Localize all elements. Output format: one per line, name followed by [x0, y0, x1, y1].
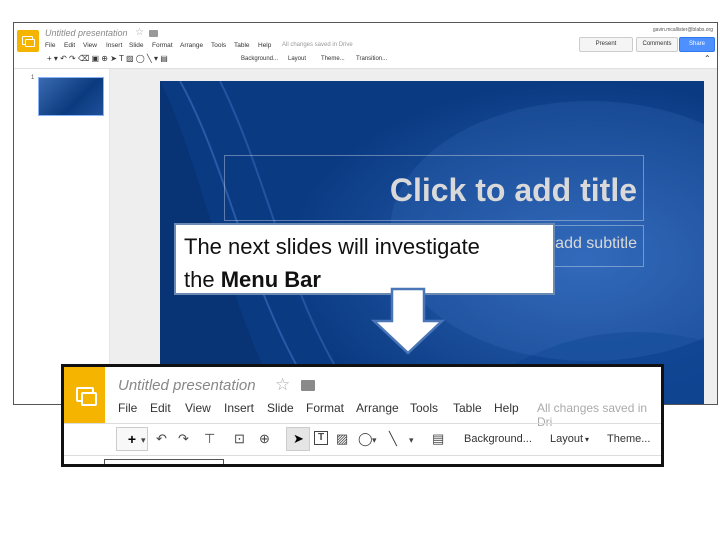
- save-status: All changes saved in Dri: [537, 401, 648, 429]
- callout-box: The next slides will investigate the Men…: [174, 223, 555, 295]
- slide-number: 1: [31, 75, 35, 81]
- theme-button[interactable]: Theme...: [607, 433, 650, 445]
- menu-format[interactable]: Format: [306, 401, 344, 415]
- pointer-icon: ➤: [293, 431, 304, 446]
- select-fit-icon[interactable]: ⊡: [234, 431, 245, 447]
- background-button[interactable]: Background...: [241, 56, 278, 62]
- menu-bar-zoom: Untitled presentation ☆ File Edit View I…: [61, 364, 664, 467]
- menu-arrange[interactable]: Arrange: [180, 42, 203, 49]
- present-button[interactable]: Present: [579, 37, 633, 52]
- down-arrow-icon: [370, 287, 446, 355]
- menu-arrange[interactable]: Arrange: [356, 401, 399, 415]
- title-placeholder[interactable]: Click to add title: [224, 155, 644, 221]
- menu-view[interactable]: View: [83, 42, 97, 49]
- menu-edit[interactable]: Edit: [64, 42, 75, 49]
- layout-button[interactable]: Layout: [288, 56, 306, 62]
- comment-icon[interactable]: ▤: [432, 431, 444, 447]
- redo-icon[interactable]: ↷: [178, 431, 189, 447]
- theme-button[interactable]: Theme...: [321, 56, 345, 62]
- slides-logo-icon[interactable]: [64, 367, 105, 423]
- menu-edit[interactable]: Edit: [150, 401, 171, 415]
- toolbar-divider: [64, 423, 661, 424]
- save-status: All changes saved in Drive: [282, 42, 353, 48]
- menu-view[interactable]: View: [185, 401, 211, 415]
- share-button[interactable]: Share: [679, 37, 715, 52]
- filmstrip: [14, 69, 110, 404]
- line-dropdown-icon[interactable]: ▾: [409, 435, 414, 446]
- line-icon[interactable]: ╲: [389, 431, 397, 447]
- menu-slide[interactable]: Slide: [267, 401, 294, 415]
- present-label: Present: [595, 41, 617, 47]
- transition-button[interactable]: Transition...: [356, 56, 387, 62]
- menu-tools[interactable]: Tools: [211, 42, 226, 49]
- callout-line-1: The next slides will investigate: [184, 234, 480, 259]
- slide-thumbnail-edge: [104, 459, 224, 464]
- document-title[interactable]: Untitled presentation: [118, 377, 256, 394]
- menu-file[interactable]: File: [118, 401, 137, 415]
- background-button[interactable]: Background...: [464, 433, 532, 445]
- menu-table[interactable]: Table: [234, 42, 250, 49]
- zoom-icon[interactable]: ⊕: [259, 431, 270, 447]
- layout-dropdown-icon[interactable]: ▾: [585, 435, 589, 444]
- slide-thumbnail[interactable]: [38, 77, 104, 116]
- select-tool-button[interactable]: ➤: [286, 427, 310, 451]
- plus-icon: +: [127, 431, 137, 447]
- menu-format[interactable]: Format: [152, 42, 173, 49]
- layout-button[interactable]: Layout: [550, 433, 583, 445]
- callout-emphasis: Menu Bar: [220, 267, 321, 292]
- menu-help[interactable]: Help: [258, 42, 271, 49]
- user-email[interactable]: gavin.mcallister@blabs.org: [653, 27, 713, 33]
- title-placeholder-text: Click to add title: [389, 172, 637, 208]
- new-slide-dropdown-icon[interactable]: ▾: [141, 435, 146, 446]
- shape-icon[interactable]: ◯: [358, 431, 373, 447]
- collapse-icon[interactable]: ⌃: [704, 54, 711, 63]
- star-icon[interactable]: ☆: [135, 27, 144, 38]
- shape-dropdown-icon[interactable]: ▾: [372, 435, 377, 446]
- paint-format-icon[interactable]: ⊤: [204, 431, 215, 447]
- menu-help[interactable]: Help: [494, 401, 519, 415]
- slides-logo-icon[interactable]: [17, 30, 39, 52]
- menu-table[interactable]: Table: [453, 401, 482, 415]
- menu-insert[interactable]: Insert: [106, 42, 122, 49]
- toolbar-bottom-divider: [64, 455, 661, 456]
- new-slide-icon[interactable]: + ▾ ↶ ↷ ⌫ ▣ ⊕ ➤ T ▨ ◯ ╲ ▾ ▤: [47, 54, 168, 63]
- folder-icon[interactable]: [301, 380, 315, 391]
- text-box-icon[interactable]: T: [314, 431, 328, 445]
- image-icon[interactable]: ▨: [336, 431, 348, 447]
- comments-button[interactable]: Comments: [636, 37, 678, 52]
- document-title[interactable]: Untitled presentation: [45, 28, 128, 38]
- menu-file[interactable]: File: [45, 42, 55, 49]
- menu-insert[interactable]: Insert: [224, 401, 254, 415]
- app-screenshot: Untitled presentation ☆ gavin.mcallister…: [13, 22, 718, 405]
- menu-tools[interactable]: Tools: [410, 401, 438, 415]
- folder-icon[interactable]: [149, 30, 158, 37]
- menu-slide[interactable]: Slide: [129, 42, 143, 49]
- star-icon[interactable]: ☆: [275, 375, 290, 395]
- callout-prefix: the: [184, 267, 221, 292]
- undo-icon[interactable]: ↶: [156, 431, 167, 447]
